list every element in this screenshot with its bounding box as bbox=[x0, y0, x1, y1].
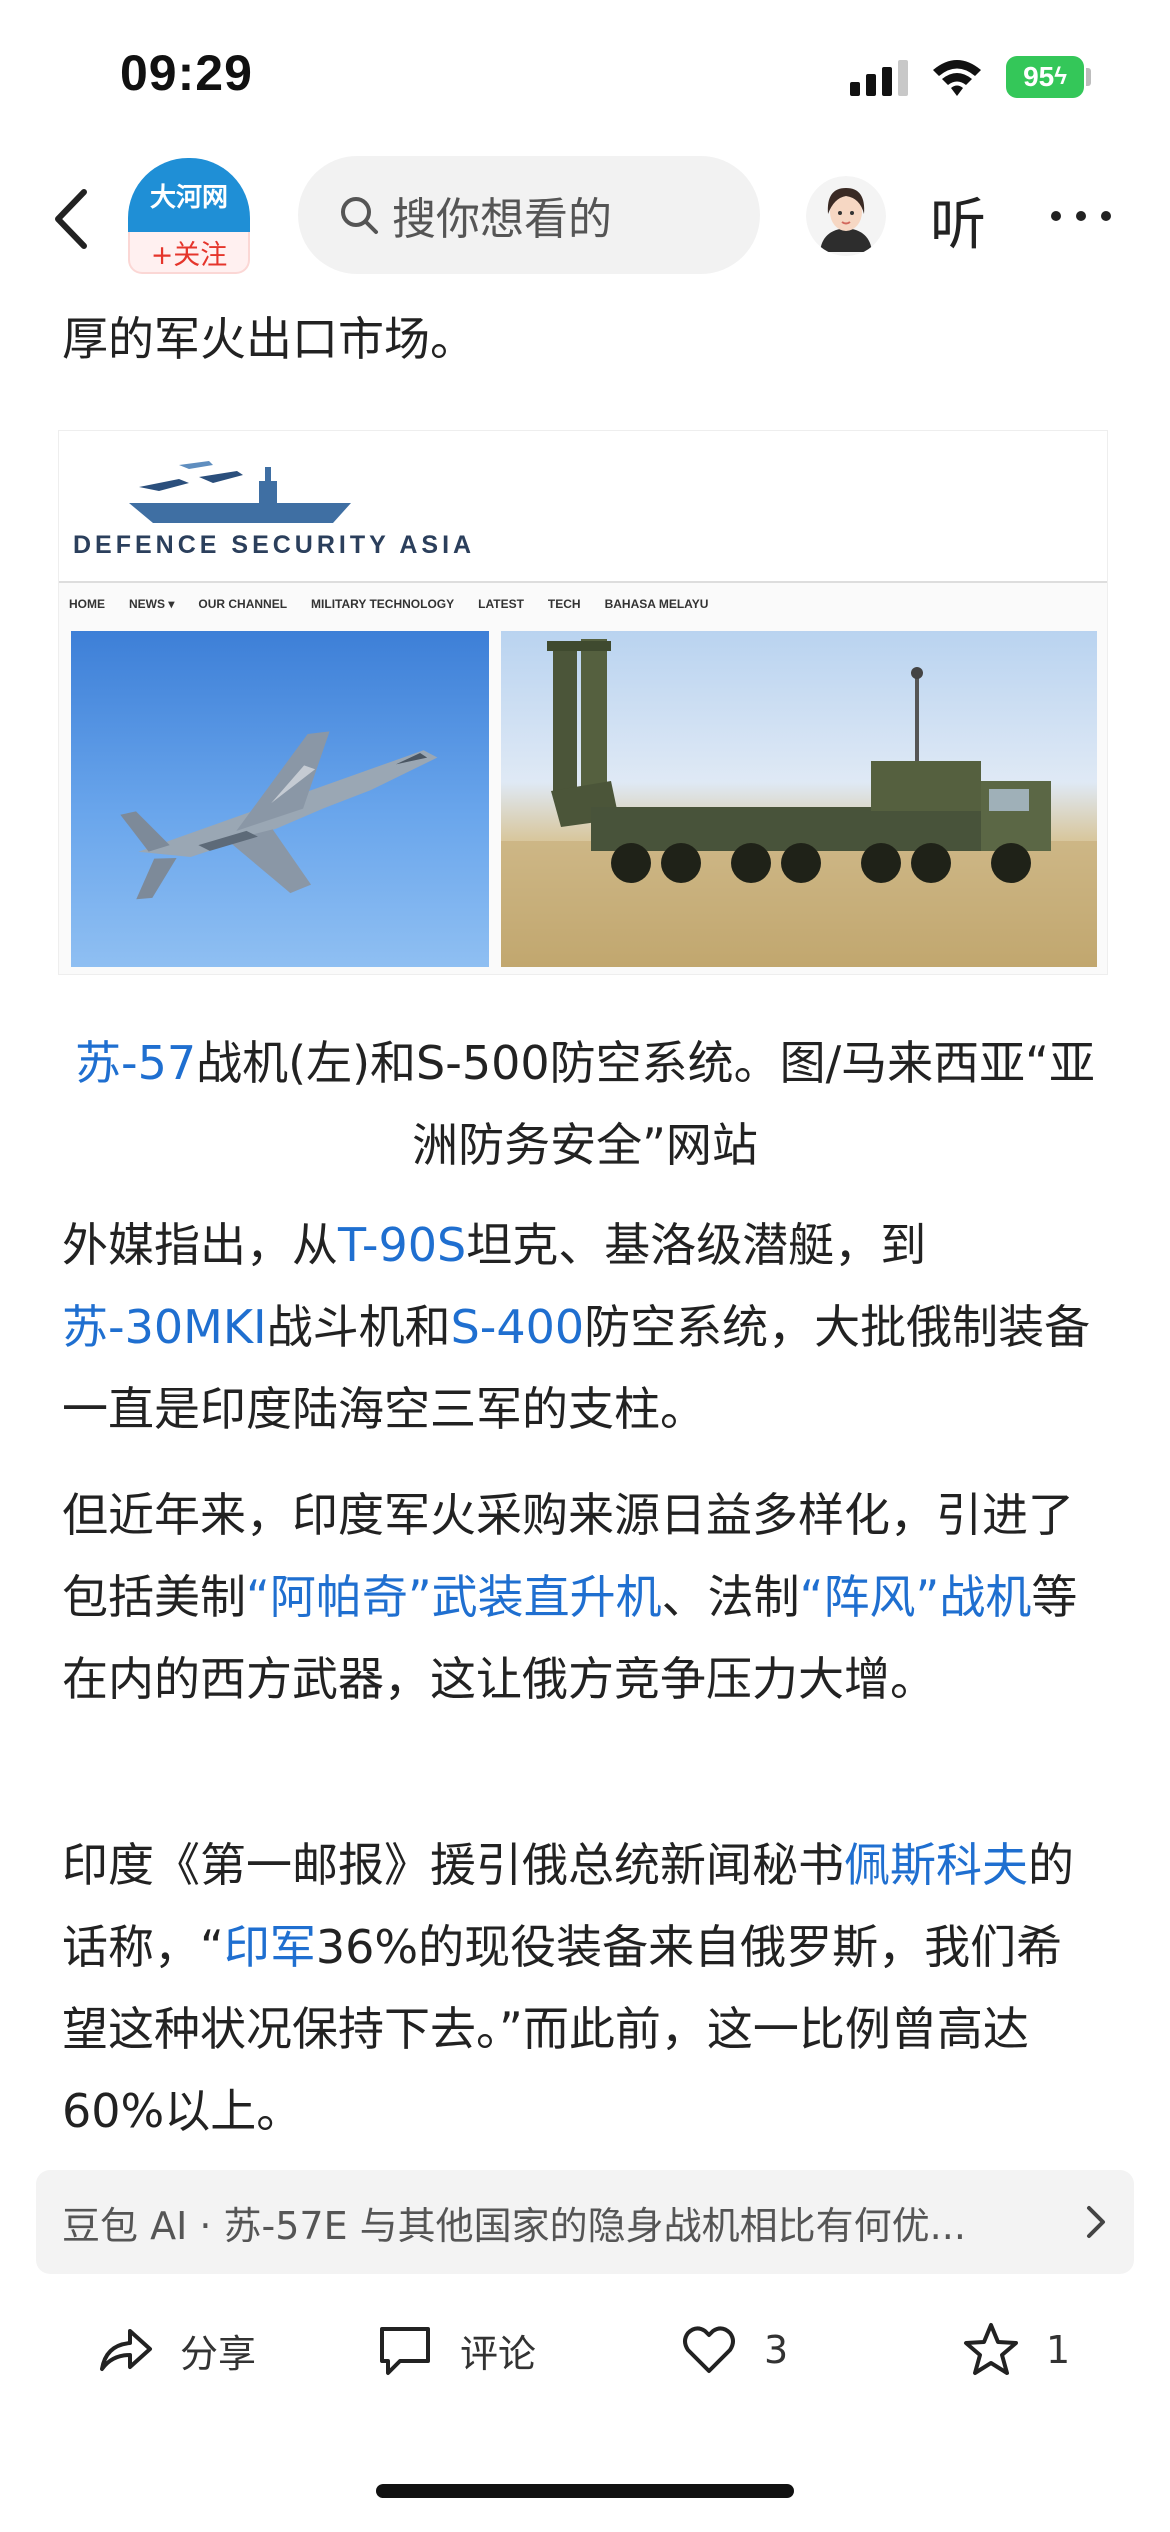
image-site-name: DEFENCE SECURITY ASIA bbox=[73, 531, 476, 559]
battery-level: 95 bbox=[1023, 61, 1055, 92]
link-su30mki[interactable]: 苏-30MKI bbox=[62, 1300, 267, 1354]
favorite-count: 1 bbox=[1046, 2328, 1071, 2372]
publisher-logo[interactable]: 大河网 +关注 bbox=[128, 158, 250, 280]
image-menu-item: MILITARY TECHNOLOGY bbox=[311, 597, 455, 611]
link-rafale[interactable]: “阵风”战机 bbox=[800, 1570, 1032, 1624]
paragraph-text: 坦克、基洛级潜艇，到 bbox=[466, 1218, 927, 1272]
image-menu-item: NEWS ▾ bbox=[129, 597, 175, 611]
wifi-icon bbox=[933, 60, 981, 96]
article-text-intro: 厚的军火出口市场。 bbox=[62, 312, 476, 366]
caption-link[interactable]: 苏-57 bbox=[75, 1036, 196, 1090]
image-site-header: DEFENCE SECURITY ASIA bbox=[59, 431, 1107, 581]
favorite-button[interactable]: 1 bbox=[962, 2318, 1070, 2382]
link-s400[interactable]: S-400 bbox=[451, 1300, 585, 1354]
link-apache[interactable]: “阿帕奇”武装直升机 bbox=[246, 1570, 662, 1624]
battery-cap bbox=[1086, 68, 1091, 86]
image-menu-item: LATEST bbox=[478, 597, 524, 611]
ai-question-text: 豆包 AI · 苏-57E 与其他国家的隐身战机相比有何优... bbox=[62, 2203, 966, 2248]
search-icon bbox=[341, 197, 378, 234]
listen-button[interactable]: 听 bbox=[930, 180, 986, 261]
home-indicator[interactable] bbox=[376, 2484, 794, 2498]
comment-label: 评论 bbox=[460, 2331, 537, 2376]
bottom-action-bar: 分享 评论 3 1 bbox=[0, 2290, 1170, 2410]
battery-icon: 95 ϟ bbox=[1006, 56, 1084, 98]
comment-button[interactable]: 评论 bbox=[376, 2318, 536, 2382]
image-menu-item: BAHASA MELAYU bbox=[604, 597, 709, 611]
image-menu-item: HOME bbox=[69, 597, 105, 611]
link-indian-army[interactable]: 印军 bbox=[224, 1920, 316, 1974]
search-placeholder: 搜你想看的 bbox=[392, 194, 612, 245]
signal-icon bbox=[850, 60, 908, 96]
status-time: 09:29 bbox=[120, 45, 253, 101]
share-label: 分享 bbox=[180, 2331, 257, 2376]
more-icon[interactable] bbox=[1048, 206, 1114, 226]
chevron-right-icon bbox=[1087, 2206, 1105, 2238]
missile-launcher-icon bbox=[501, 639, 1097, 967]
share-button[interactable]: 分享 bbox=[96, 2318, 256, 2382]
article-paragraph-2: 但近年来，印度军火采购来源日益多样化，引进了包括美制“阿帕奇”武装直升机、法制“… bbox=[62, 1474, 1108, 1720]
back-icon[interactable] bbox=[50, 186, 94, 252]
star-icon bbox=[964, 2323, 1018, 2375]
image-site-menu: HOME NEWS ▾ OUR CHANNEL MILITARY TECHNOL… bbox=[59, 581, 1107, 625]
follow-button[interactable]: +关注 bbox=[128, 232, 250, 274]
top-nav: 大河网 +关注 搜你想看的 听 bbox=[0, 150, 1170, 290]
s500-system-photo bbox=[501, 631, 1097, 967]
comment-icon bbox=[380, 2327, 430, 2375]
article-image[interactable]: DEFENCE SECURITY ASIA HOME NEWS ▾ OUR CH… bbox=[58, 430, 1108, 975]
like-button[interactable]: 3 bbox=[680, 2318, 788, 2382]
image-menu-item: TECH bbox=[547, 597, 581, 611]
article-paragraph-3: 印度《第一邮报》援引俄总统新闻秘书佩斯科夫的话称，“印军36%的现役装备来自俄罗… bbox=[62, 1824, 1108, 2152]
status-bar: 09:29 95 ϟ bbox=[0, 0, 1170, 150]
avatar[interactable] bbox=[806, 176, 886, 256]
heart-icon bbox=[683, 2326, 735, 2373]
avatar-icon bbox=[806, 176, 886, 256]
publisher-name: 大河网 bbox=[128, 158, 250, 232]
paragraph-text: 战斗机和 bbox=[266, 1300, 451, 1354]
search-input[interactable]: 搜你想看的 bbox=[298, 156, 760, 274]
ai-question-bar[interactable]: 豆包 AI · 苏-57E 与其他国家的隐身战机相比有何优... bbox=[36, 2170, 1134, 2274]
like-count: 3 bbox=[764, 2328, 789, 2372]
fighter-jet-photo bbox=[71, 631, 489, 967]
ship-logo-icon bbox=[129, 461, 351, 523]
link-t90s[interactable]: T-90S bbox=[338, 1218, 466, 1272]
image-caption: 苏-57战机(左)和S-500防空系统。图/马来西亚“亚洲防务安全”网站 bbox=[62, 1022, 1108, 1186]
paragraph-text: 外媒指出，从 bbox=[62, 1218, 338, 1272]
paragraph-text: 印度《第一邮报》援引俄总统新闻秘书 bbox=[62, 1838, 844, 1892]
paragraph-text: 、法制 bbox=[661, 1570, 800, 1624]
caption-text: 战机(左)和S-500防空系统。图/马来西亚“亚洲防务安全”网站 bbox=[196, 1036, 1095, 1172]
fighter-jet-icon bbox=[120, 731, 438, 900]
link-peskov[interactable]: 佩斯科夫 bbox=[844, 1838, 1028, 1892]
charging-icon: ϟ bbox=[1054, 63, 1067, 90]
share-icon bbox=[100, 2329, 152, 2371]
image-menu-item: OUR CHANNEL bbox=[198, 597, 288, 611]
article-paragraph-1: 外媒指出，从T-90S坦克、基洛级潜艇，到苏-30MKI战斗机和S-400防空系… bbox=[62, 1204, 1108, 1450]
